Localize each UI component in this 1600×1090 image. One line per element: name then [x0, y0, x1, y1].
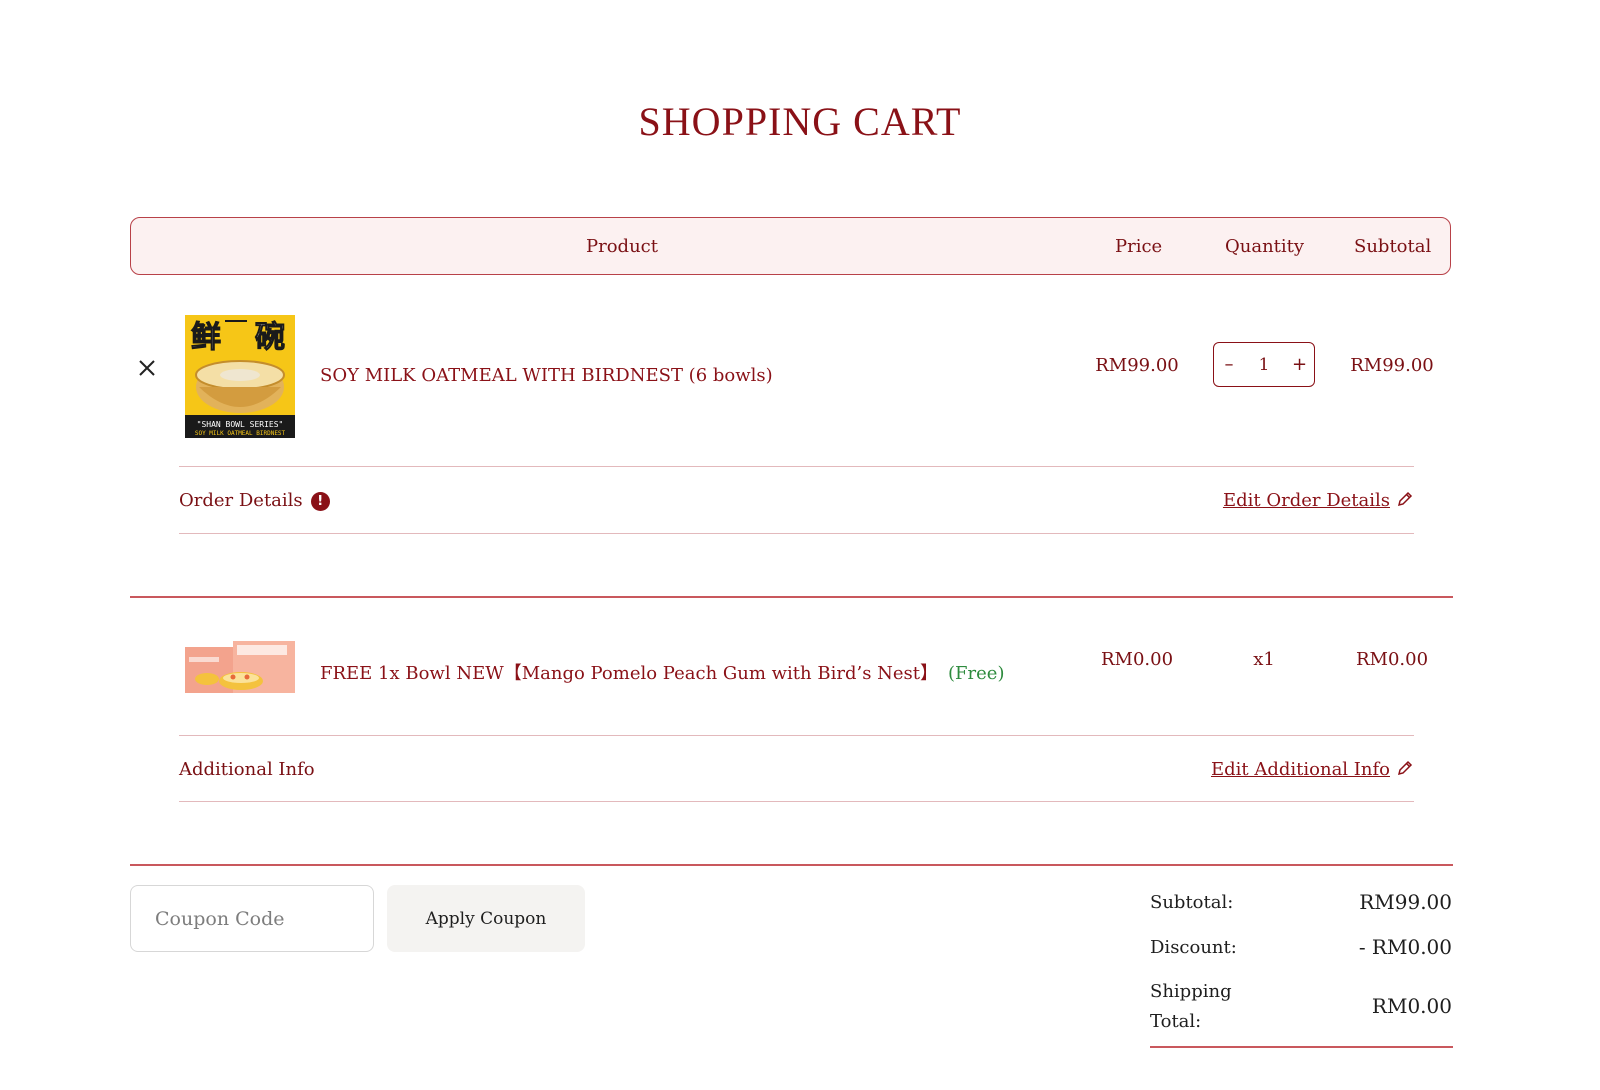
shipping-total-value: RM0.00 [1371, 994, 1452, 1018]
svg-text:SOY MILK OATMEAL BIRDNEST: SOY MILK OATMEAL BIRDNEST [195, 430, 286, 437]
product-thumbnail-soy-oatmeal[interactable]: 鲜 碗 "SHAN BOWL SERIES" SOY MILK OATMEAL … [185, 315, 295, 438]
edit-order-details-link[interactable]: Edit Order Details [1223, 490, 1414, 511]
totals-divider [1150, 1046, 1453, 1048]
apply-coupon-button[interactable]: Apply Coupon [387, 885, 585, 952]
additional-info-label: Additional Info [179, 759, 315, 780]
item-subtotal: RM99.00 [1350, 355, 1434, 376]
order-details-label: Order Details! [179, 490, 330, 511]
header-subtotal: Subtotal [1354, 236, 1432, 257]
coupon-code-input[interactable] [130, 885, 374, 952]
shipping-label-line1: Shipping [1150, 981, 1232, 1002]
free-item-name: FREE 1x Bowl NEW【Mango Pomelo Peach Gum … [320, 663, 939, 684]
divider [179, 533, 1414, 534]
header-quantity: Quantity [1225, 236, 1305, 257]
divider [179, 801, 1414, 802]
subtotal-label: Subtotal: [1150, 892, 1234, 913]
edit-order-details-text: Edit Order Details [1222, 490, 1390, 511]
item-separator [130, 596, 1453, 598]
quantity-stepper: – 1 + [1213, 342, 1315, 387]
header-product: Product [586, 236, 658, 257]
cart-table-header: Product Price Quantity Subtotal [130, 217, 1451, 275]
header-price: Price [1115, 236, 1163, 257]
order-details-text: Order Details [179, 490, 303, 511]
product-name-link[interactable]: SOY MILK OATMEAL WITH BIRDNEST (6 bowls) [320, 365, 773, 386]
svg-text:碗: 碗 [255, 320, 285, 355]
item-price: RM0.00 [1100, 649, 1174, 670]
subtotal-value: RM99.00 [1359, 890, 1452, 914]
edit-additional-info-link[interactable]: Edit Additional Info [1211, 759, 1414, 780]
divider [179, 735, 1414, 736]
shipping-label-line2: Total: [1150, 1011, 1202, 1032]
edit-additional-info-text: Edit Additional Info [1210, 759, 1390, 780]
exclamation-circle-icon: ! [310, 492, 330, 511]
shipping-total-label: Shipping Total: [1150, 977, 1232, 1037]
quantity-value[interactable]: 1 [1259, 355, 1270, 375]
product-name-link[interactable]: FREE 1x Bowl NEW【Mango Pomelo Peach Gum … [320, 659, 1004, 685]
free-tag: (Free) [948, 663, 1005, 684]
svg-text:"SHAN BOWL SERIES": "SHAN BOWL SERIES" [197, 420, 284, 429]
decrease-quantity-button[interactable]: – [1222, 354, 1236, 375]
pencil-icon [1397, 760, 1413, 776]
svg-text:鲜: 鲜 [191, 320, 221, 355]
divider [179, 466, 1414, 467]
item-price: RM99.00 [1095, 355, 1179, 376]
product-thumbnail-mango-pomelo[interactable] [185, 637, 295, 699]
discount-value: - RM0.00 [1358, 935, 1452, 959]
increase-quantity-button[interactable]: + [1292, 354, 1307, 375]
item-quantity: x1 [1253, 649, 1275, 670]
page-title: SHOPPING CART [638, 99, 962, 144]
cart-footer-separator [130, 864, 1453, 866]
pencil-icon [1397, 491, 1413, 507]
close-icon[interactable] [136, 357, 158, 379]
item-subtotal: RM0.00 [1355, 649, 1429, 670]
discount-label: Discount: [1150, 937, 1237, 958]
